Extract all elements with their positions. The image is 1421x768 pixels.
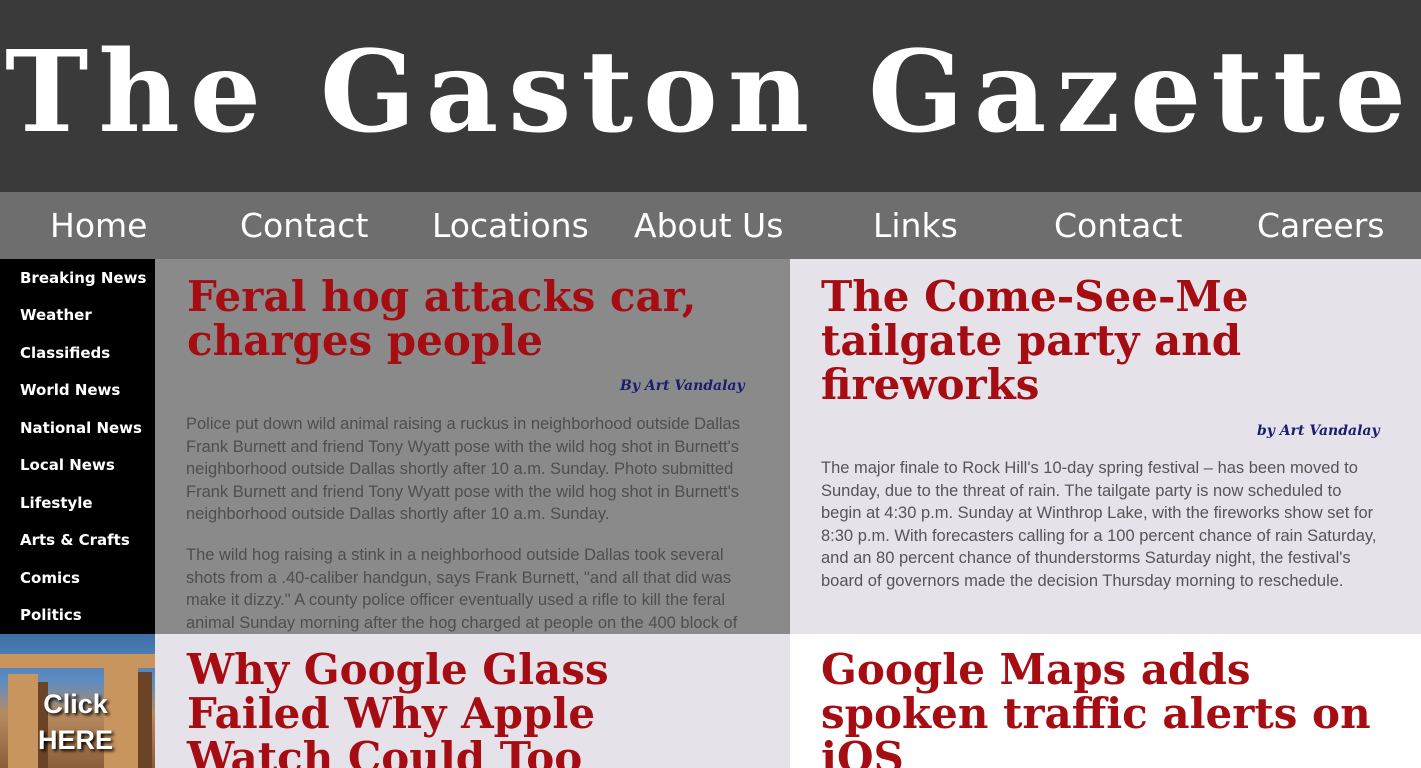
ad-click-here-text: Click HERE bbox=[37, 689, 113, 755]
site-title: The Gaston Gazette bbox=[5, 27, 1416, 158]
nav-links[interactable]: Links bbox=[873, 192, 958, 259]
article-tailgate-party: The Come-See-Me tailgate party and firew… bbox=[790, 259, 1421, 634]
sidebar-item-comics[interactable]: Comics bbox=[20, 569, 80, 587]
nav-home[interactable]: Home bbox=[50, 192, 147, 259]
sidebar-item-politics[interactable]: Politics bbox=[20, 606, 82, 624]
article-byline: By Art Vandalay bbox=[620, 378, 745, 394]
article-google-glass: Why Google Glass Failed Why Apple Watch … bbox=[155, 634, 790, 768]
article-feral-hog: Feral hog attacks car, charges people By… bbox=[155, 259, 790, 634]
article-paragraph: The wild hog raising a stink in a neighb… bbox=[186, 546, 738, 632]
nav-about-us[interactable]: About Us bbox=[634, 192, 783, 259]
nav-careers[interactable]: Careers bbox=[1257, 192, 1384, 259]
sidebar-item-national-news[interactable]: National News bbox=[20, 419, 142, 437]
sidebar-item-breaking-news[interactable]: Breaking News bbox=[20, 269, 146, 287]
section-sidebar: Breaking News Weather Classifieds World … bbox=[0, 259, 155, 634]
article-paragraph: Police put down wild animal raising a ru… bbox=[186, 415, 740, 524]
article-paragraph: The major finale to Rock Hill's 10-day s… bbox=[821, 459, 1377, 590]
nav-locations[interactable]: Locations bbox=[432, 192, 589, 259]
article-headline[interactable]: Why Google Glass Failed Why Apple Watch … bbox=[187, 648, 747, 768]
sidebar-item-arts-crafts[interactable]: Arts & Crafts bbox=[20, 531, 130, 549]
masthead: The Gaston Gazette bbox=[0, 0, 1421, 192]
article-byline: by Art Vandalay bbox=[1257, 423, 1380, 439]
sidebar-item-local-news[interactable]: Local News bbox=[20, 456, 115, 474]
sidebar-item-lifestyle[interactable]: Lifestyle bbox=[20, 494, 93, 512]
article-headline[interactable]: Feral hog attacks car, charges people bbox=[187, 275, 777, 363]
sidebar-item-weather[interactable]: Weather bbox=[20, 306, 92, 324]
sidebar-item-world-news[interactable]: World News bbox=[20, 381, 120, 399]
sidebar-item-classifieds[interactable]: Classifieds bbox=[20, 344, 110, 362]
nav-contact[interactable]: Contact bbox=[240, 192, 368, 259]
article-headline[interactable]: Google Maps adds spoken traffic alerts o… bbox=[821, 648, 1381, 768]
article-headline[interactable]: The Come-See-Me tailgate party and firew… bbox=[821, 275, 1351, 407]
nav-contact-2[interactable]: Contact bbox=[1054, 192, 1182, 259]
article-google-maps: Google Maps adds spoken traffic alerts o… bbox=[790, 634, 1421, 768]
ad-lintel bbox=[0, 654, 155, 668]
ad-banner[interactable]: Click HERE bbox=[0, 634, 155, 768]
ad-pillar-shadow bbox=[138, 672, 152, 768]
main-nav: Home Contact Locations About Us Links Co… bbox=[0, 192, 1421, 259]
